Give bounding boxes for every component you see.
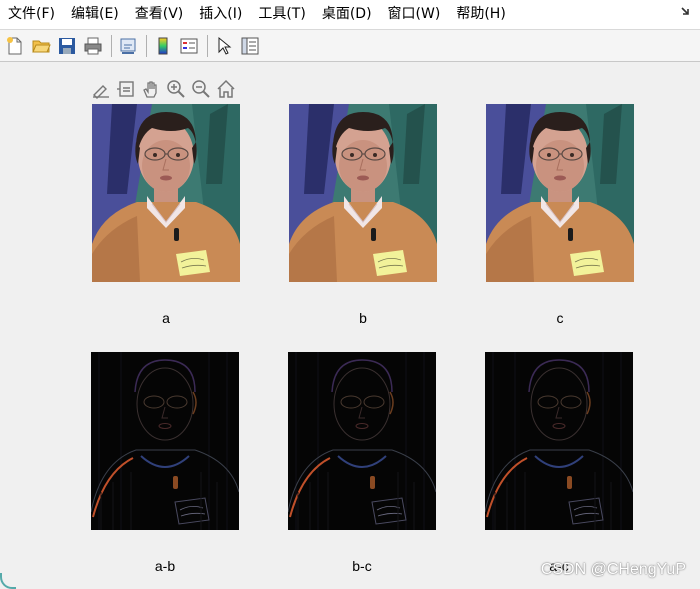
image-panel-c[interactable] [486, 104, 634, 282]
pointer-icon[interactable] [212, 34, 236, 58]
save-icon[interactable] [55, 34, 79, 58]
panel-caption: b [359, 310, 367, 326]
menu-view[interactable]: 查看(V) [127, 0, 192, 29]
new-file-icon[interactable] [3, 34, 27, 58]
menu-window[interactable]: 窗口(W) [380, 0, 449, 29]
portrait-image [486, 104, 634, 282]
panel-caption: a [162, 310, 170, 326]
home-icon[interactable] [215, 78, 237, 100]
zoom-out-icon[interactable] [190, 78, 212, 100]
menu-desktop[interactable]: 桌面(D) [314, 0, 380, 29]
panel-caption: a-b [154, 558, 176, 574]
open-folder-icon[interactable] [29, 34, 53, 58]
figure-toolbar [0, 30, 700, 62]
dock-arrow-icon[interactable] [680, 6, 692, 18]
brush-icon[interactable] [90, 78, 112, 100]
image-panel-a-c[interactable] [485, 352, 633, 530]
image-panel-b-c[interactable] [288, 352, 436, 530]
toolbar-separator [207, 34, 208, 57]
menu-file[interactable]: 文件(F) [0, 0, 63, 29]
portrait-image [289, 104, 437, 282]
difference-image [288, 352, 436, 530]
legend-icon[interactable] [177, 34, 201, 58]
menu-help[interactable]: 帮助(H) [448, 0, 513, 29]
panel-caption: b-c [352, 558, 372, 574]
difference-image [485, 352, 633, 530]
image-panel-a-b[interactable] [91, 352, 239, 530]
menu-edit[interactable]: 编辑(E) [63, 0, 127, 29]
menu-tools[interactable]: 工具(T) [250, 0, 313, 29]
panel-caption: c [556, 310, 564, 326]
zoom-in-icon[interactable] [165, 78, 187, 100]
menu-bar: 文件(F) 编辑(E) 查看(V) 插入(I) 工具(T) 桌面(D) 窗口(W… [0, 0, 700, 30]
data-tips-icon[interactable] [115, 78, 137, 100]
menu-insert[interactable]: 插入(I) [191, 0, 250, 29]
image-panel-a[interactable] [92, 104, 240, 282]
axes-toolbar [90, 78, 240, 100]
property-inspector-icon[interactable] [238, 34, 262, 58]
print-icon[interactable] [81, 34, 105, 58]
window-corner [0, 573, 16, 589]
difference-image [91, 352, 239, 530]
portrait-image [92, 104, 240, 282]
watermark: CSDN @CHengYuP [540, 561, 686, 578]
toolbar-separator [111, 34, 112, 57]
toolbar-separator [146, 34, 147, 57]
link-figure-icon[interactable] [116, 34, 140, 58]
colorbar-icon[interactable] [151, 34, 175, 58]
pan-hand-icon[interactable] [140, 78, 162, 100]
image-panel-b[interactable] [289, 104, 437, 282]
